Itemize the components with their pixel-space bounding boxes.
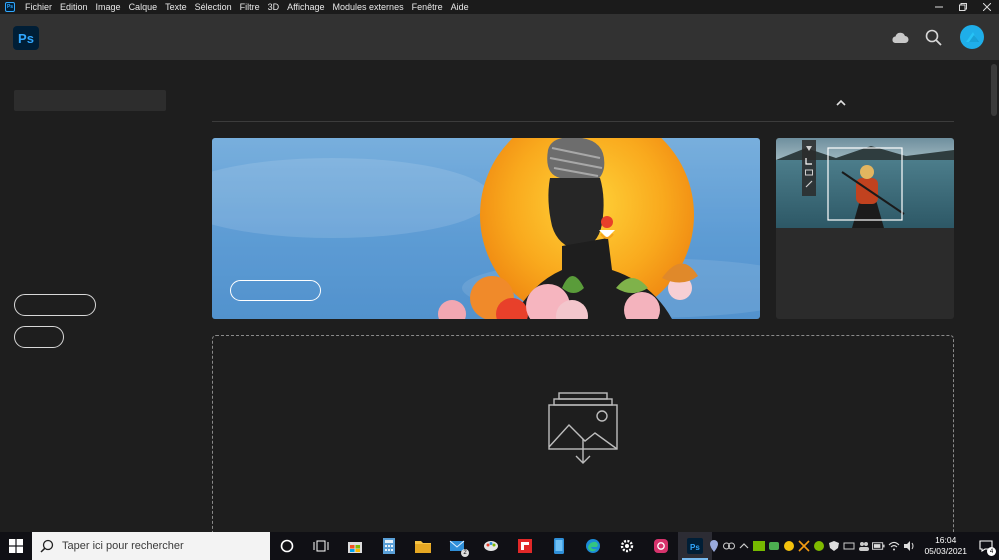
green-app-icon[interactable] [767, 539, 780, 553]
ps-small-icon[interactable]: Ps [5, 2, 15, 12]
close-icon[interactable] [975, 0, 999, 14]
paint-3d-icon[interactable] [474, 532, 508, 560]
menu-edition[interactable]: Edition [56, 0, 92, 14]
link-icon[interactable] [722, 539, 735, 553]
menu-filtre[interactable]: Filtre [236, 0, 264, 14]
menu-image[interactable]: Image [92, 0, 125, 14]
menu-3d[interactable]: 3D [264, 0, 284, 14]
window-controls [927, 0, 999, 14]
menu-bar: Ps Fichier Edition Image Calque Texte Sé… [0, 0, 999, 14]
instagram-icon[interactable] [644, 532, 678, 560]
avatar[interactable] [960, 25, 984, 49]
windows-taskbar: Taper ici pour rechercher 2 Ps 16:04 05/… [0, 532, 999, 560]
cloud-icon[interactable] [890, 28, 910, 48]
taskbar-search-placeholder: Taper ici pour rechercher [62, 540, 184, 552]
volume-icon[interactable] [902, 539, 915, 553]
taskbar-search[interactable]: Taper ici pour rechercher [32, 532, 270, 560]
home-title-placeholder [14, 90, 166, 111]
system-tray: 16:04 05/03/2021 4 [706, 532, 999, 560]
calculator-icon[interactable] [372, 532, 406, 560]
menu-fenetre[interactable]: Fenêtre [408, 0, 447, 14]
minimize-icon[interactable] [927, 0, 951, 14]
restore-icon[interactable] [951, 0, 975, 14]
import-images-icon [548, 392, 618, 464]
mail-badge: 2 [461, 549, 469, 557]
nvidia-icon[interactable] [752, 539, 765, 553]
store-icon[interactable] [338, 532, 372, 560]
arrow-icon[interactable] [737, 539, 750, 553]
drop-zone[interactable] [212, 335, 954, 545]
menu-texte[interactable]: Texte [161, 0, 191, 14]
new-file-button[interactable] [14, 294, 96, 316]
edge-icon[interactable] [576, 532, 610, 560]
menu-aide[interactable]: Aide [447, 0, 473, 14]
promo-banner[interactable] [212, 138, 760, 319]
notification-count: 4 [987, 547, 996, 556]
menu-selection[interactable]: Sélection [191, 0, 236, 14]
battery-icon[interactable] [872, 539, 885, 553]
tutorial-card[interactable] [776, 138, 954, 319]
chevron-up-icon[interactable] [834, 96, 848, 108]
app-header: Ps [0, 14, 999, 60]
tools-icon[interactable] [797, 539, 810, 553]
scrollbar[interactable] [989, 62, 999, 532]
clock-time: 16:04 [935, 535, 957, 545]
people-icon[interactable] [857, 539, 870, 553]
task-view-icon[interactable] [304, 532, 338, 560]
menu-fichier[interactable]: Fichier [21, 0, 56, 14]
menu-modules-externes[interactable]: Modules externes [329, 0, 408, 14]
clock[interactable]: 16:04 05/03/2021 [924, 535, 967, 557]
ps-logo[interactable]: Ps [13, 26, 39, 50]
emoji-app-icon[interactable] [782, 539, 795, 553]
shield-app-icon[interactable] [827, 539, 840, 553]
flipboard-icon[interactable] [508, 532, 542, 560]
menu-affichage[interactable]: Affichage [283, 0, 328, 14]
section-divider [212, 121, 954, 122]
grid-app-icon[interactable] [812, 539, 825, 553]
lake-thumbnail [776, 138, 954, 228]
photoshop-window: Ps Fichier Edition Image Calque Texte Sé… [0, 0, 999, 560]
svg-text:Ps: Ps [690, 543, 700, 552]
open-button[interactable] [14, 326, 64, 348]
search-icon[interactable] [924, 28, 944, 48]
phone-app-icon[interactable] [542, 532, 576, 560]
mail-icon[interactable]: 2 [440, 532, 474, 560]
file-explorer-icon[interactable] [406, 532, 440, 560]
windows-start-icon[interactable] [0, 532, 32, 560]
menu-calque[interactable]: Calque [125, 0, 162, 14]
search-icon [40, 539, 54, 553]
banner-cta-button[interactable] [230, 280, 321, 301]
usb-icon[interactable] [842, 539, 855, 553]
notification-center-icon[interactable]: 4 [973, 532, 999, 560]
scrollbar-thumb[interactable] [991, 64, 997, 116]
clock-date: 05/03/2021 [924, 546, 967, 556]
location-icon[interactable] [707, 539, 720, 553]
cortana-icon[interactable] [270, 532, 304, 560]
wifi-icon[interactable] [887, 539, 900, 553]
settings-icon[interactable] [610, 532, 644, 560]
